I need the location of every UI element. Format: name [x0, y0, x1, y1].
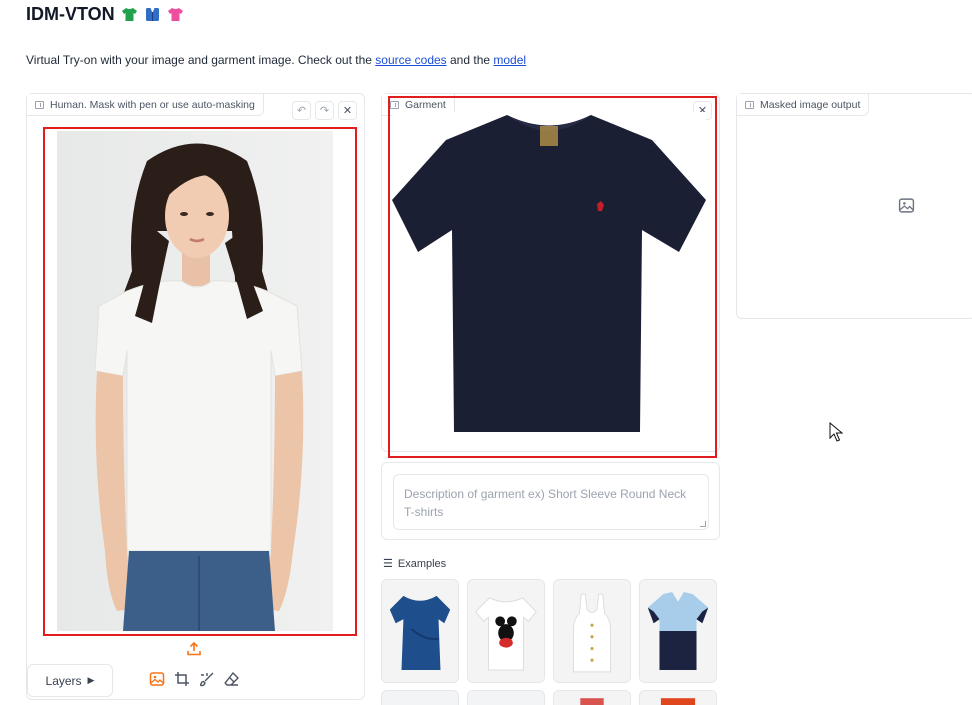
- mouse-pointer-icon: [829, 421, 844, 442]
- layers-button-label: Layers: [45, 673, 82, 688]
- app-title: IDM-VTON: [26, 4, 184, 25]
- example-garment-1[interactable]: [381, 579, 459, 683]
- source-codes-link[interactable]: source codes: [375, 53, 446, 67]
- intro-text: Virtual Try-on with your image and garme…: [26, 53, 526, 67]
- layers-button[interactable]: Layers ▶: [27, 664, 113, 697]
- brush-icon[interactable]: [198, 670, 216, 688]
- redo-icon[interactable]: ↷: [315, 101, 334, 120]
- model-link[interactable]: model: [493, 53, 526, 67]
- caret-right-icon: ▶: [87, 675, 95, 685]
- resize-grip-icon[interactable]: [700, 521, 706, 527]
- human-highlight-box: [43, 127, 357, 636]
- green-tshirt-icon: [121, 7, 138, 22]
- masked-output-panel: Masked image output: [736, 93, 972, 319]
- human-panel-label-text: Human. Mask with pen or use auto-masking: [50, 98, 255, 111]
- crop-icon[interactable]: [173, 670, 191, 688]
- example-garment-8[interactable]: [639, 690, 717, 705]
- upload-icon[interactable]: [185, 640, 203, 658]
- garment-description-input[interactable]: Description of garment ex) Short Sleeve …: [393, 474, 709, 530]
- output-panel-label: Masked image output: [737, 94, 870, 116]
- example-garment-2[interactable]: [467, 579, 545, 683]
- undo-icon[interactable]: ↶: [292, 101, 311, 120]
- pink-tshirt-icon: [167, 7, 184, 22]
- list-icon: ☰: [383, 558, 393, 570]
- examples-label: ☰ Examples: [383, 557, 447, 571]
- output-panel-label-text: Masked image output: [760, 98, 861, 111]
- example-garment-6[interactable]: [467, 690, 545, 705]
- intro-text-middle: and the: [446, 53, 494, 67]
- example-garment-3[interactable]: [553, 579, 631, 683]
- examples-label-text: Examples: [397, 557, 447, 570]
- human-panel-label: Human. Mask with pen or use auto-masking: [27, 94, 264, 116]
- image-label-icon: [745, 100, 754, 109]
- image-placeholder-icon: [898, 197, 915, 214]
- example-garment-5[interactable]: [381, 690, 459, 705]
- intro-text-start: Virtual Try-on with your image and garme…: [26, 53, 376, 67]
- example-garment-7[interactable]: [553, 690, 631, 705]
- example-garment-4[interactable]: [639, 579, 717, 683]
- garment-description-placeholder: Description of garment ex) Short Sleeve …: [404, 487, 687, 519]
- garment-highlight-box: [388, 96, 717, 458]
- close-icon[interactable]: ✕: [338, 101, 357, 120]
- eraser-icon[interactable]: [223, 670, 241, 688]
- image-icon[interactable]: [148, 670, 166, 688]
- app-title-text: IDM-VTON: [26, 4, 115, 24]
- blue-shirt-icon: [144, 7, 161, 22]
- image-label-icon: [35, 100, 44, 109]
